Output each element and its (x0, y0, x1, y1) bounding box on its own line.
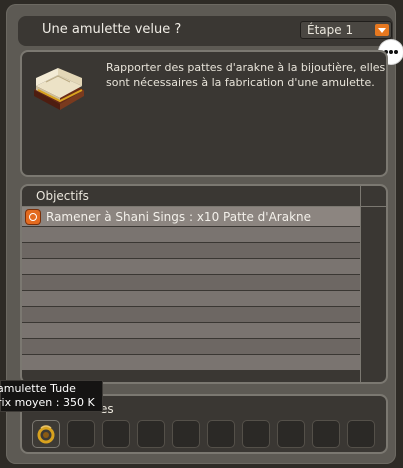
reward-slot[interactable] (277, 420, 305, 448)
quest-description: Rapporter des pattes d'arakne à la bijou… (106, 61, 386, 89)
item-tooltip: amulette Tude rix moyen : 350 K (0, 380, 103, 412)
objective-row-empty (22, 243, 360, 259)
objectives-header: Objectifs (22, 186, 386, 207)
objective-row-empty (22, 259, 360, 275)
step-dropdown-label: Étape 1 (307, 23, 354, 37)
chevron-down-icon[interactable] (375, 24, 389, 36)
reward-slot[interactable] (207, 420, 235, 448)
book-icon (34, 68, 84, 110)
quest-header: Une amulette velue ? Étape 1 (18, 16, 393, 46)
objective-row-empty (22, 339, 360, 355)
reward-slot[interactable] (102, 420, 130, 448)
reward-slot[interactable] (347, 420, 375, 448)
objectives-list: Ramener à Shani Sings : x10 Patte d'Arak… (22, 207, 360, 371)
reward-slot[interactable] (137, 420, 165, 448)
objective-row-empty (22, 307, 360, 323)
objective-row-empty (22, 291, 360, 307)
objective-text: Ramener à Shani Sings : x10 Patte d'Arak… (46, 210, 312, 224)
reward-slot[interactable] (242, 420, 270, 448)
quest-title: Une amulette velue ? (42, 22, 182, 37)
tooltip-item-name: amulette Tude (0, 382, 76, 395)
objective-row-empty (22, 275, 360, 291)
objectives-panel: Objectifs Ramener à Shani Sings : x10 Pa… (20, 184, 388, 384)
step-dropdown[interactable]: Étape 1 (300, 21, 392, 39)
objective-row-empty (22, 227, 360, 243)
reward-slot[interactable] (67, 420, 95, 448)
reward-slot[interactable] (32, 420, 60, 448)
target-icon[interactable] (26, 210, 40, 224)
reward-slot[interactable] (172, 420, 200, 448)
objectives-scrollbar-track[interactable] (360, 186, 361, 382)
reward-slot[interactable] (312, 420, 340, 448)
objectives-title: Objectifs (36, 189, 89, 203)
tooltip-item-price: rix moyen : 350 K (0, 396, 95, 409)
objective-row[interactable]: Ramener à Shani Sings : x10 Patte d'Arak… (22, 207, 360, 227)
objective-row-empty (22, 355, 360, 371)
quest-description-panel: Rapporter des pattes d'arakne à la bijou… (20, 50, 388, 177)
amulet-icon[interactable] (35, 423, 57, 445)
objective-row-empty (22, 323, 360, 339)
